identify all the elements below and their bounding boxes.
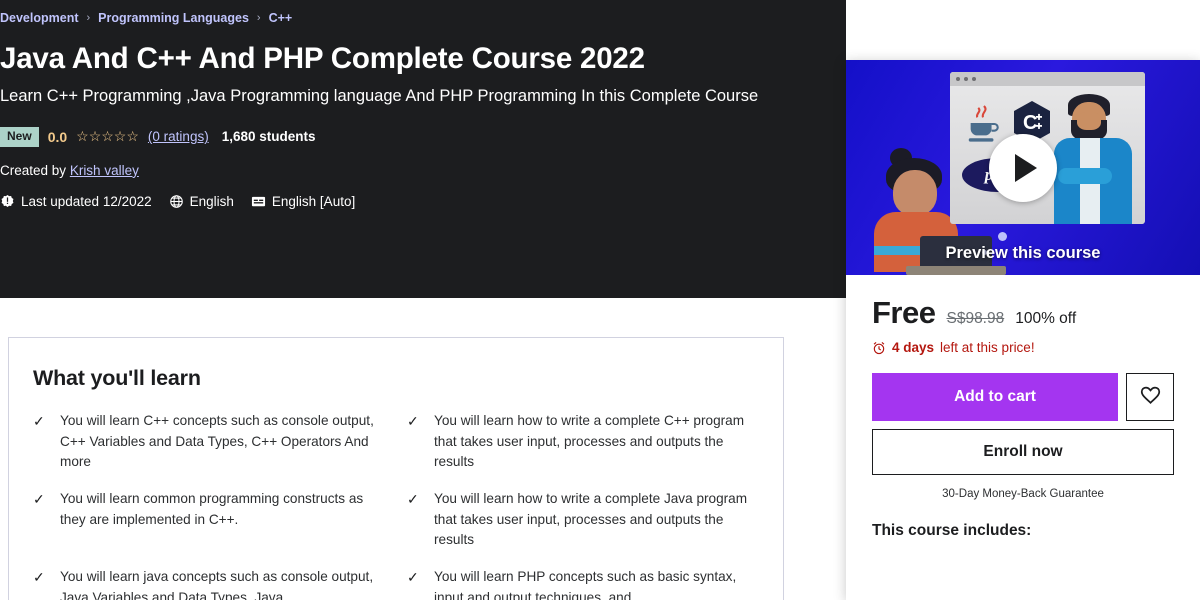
discount-percent: 100% off bbox=[1015, 310, 1077, 327]
breadcrumb-separator-icon: › bbox=[86, 12, 91, 24]
learn-item-text: You will learn how to write a complete J… bbox=[434, 490, 748, 548]
created-by-label: Created by bbox=[0, 162, 67, 178]
play-triangle-icon bbox=[1015, 153, 1037, 182]
add-to-cart-button[interactable]: Add to cart bbox=[872, 373, 1118, 421]
preview-this-course-label: Preview this course bbox=[945, 244, 1101, 262]
check-icon: ✓ bbox=[407, 568, 419, 585]
svg-text:C: C bbox=[1023, 112, 1037, 134]
purchase-panel: C php Preview this course Free S$98.98 1… bbox=[846, 60, 1200, 600]
learn-item: ✓ You will learn PHP concepts such as ba… bbox=[407, 567, 753, 600]
play-icon[interactable] bbox=[989, 133, 1057, 202]
course-meta-row: Last updated 12/2022 English English [Au… bbox=[0, 194, 846, 209]
price-deadline: 4 days left at this price! bbox=[872, 340, 1174, 355]
price-row: Free S$98.98 100% off bbox=[872, 295, 1174, 331]
browser-dot-icon bbox=[972, 77, 976, 81]
language-meta: English bbox=[169, 194, 234, 209]
purchase-panel-body: Free S$98.98 100% off 4 days left at thi… bbox=[846, 275, 1200, 540]
globe-icon bbox=[169, 194, 184, 209]
breadcrumb: Development › Programming Languages › C+… bbox=[0, 11, 846, 25]
illustration-student-head bbox=[893, 170, 937, 216]
illustration-instructor-arm bbox=[1058, 168, 1112, 184]
money-back-guarantee: 30-Day Money-Back Guarantee bbox=[942, 488, 1104, 500]
learn-item: ✓ You will learn how to write a complete… bbox=[407, 411, 753, 473]
captions-text: English [Auto] bbox=[271, 193, 356, 209]
course-hero-header: Development › Programming Languages › C+… bbox=[0, 0, 846, 298]
section-title-what-you-will-learn: What you'll learn bbox=[33, 366, 201, 390]
breadcrumb-item-cpp[interactable]: C++ bbox=[269, 11, 293, 25]
star-rating-icon: ☆☆☆☆☆ bbox=[76, 128, 139, 145]
cta-row: Add to cart bbox=[872, 373, 1174, 421]
status-badge-new: New bbox=[0, 126, 39, 147]
browser-dot-icon bbox=[956, 77, 960, 81]
breadcrumb-item-development[interactable]: Development bbox=[0, 11, 79, 25]
learn-item: ✓ You will learn common programming cons… bbox=[33, 489, 379, 551]
last-updated-text: Last updated 12/2022 bbox=[21, 193, 152, 209]
wishlist-button[interactable] bbox=[1126, 373, 1174, 421]
instructor-link[interactable]: Krish valley bbox=[70, 163, 139, 178]
learn-items-grid: ✓ You will learn C++ concepts such as co… bbox=[33, 411, 753, 600]
created-by-row: Created by Krish valley bbox=[0, 163, 846, 178]
check-icon: ✓ bbox=[33, 568, 45, 585]
what-you-will-learn-card: What you'll learn ✓ You will learn C++ c… bbox=[8, 337, 784, 600]
browser-dot-icon bbox=[964, 77, 968, 81]
breadcrumb-item-programming-languages[interactable]: Programming Languages bbox=[98, 11, 249, 25]
check-icon: ✓ bbox=[33, 490, 45, 507]
learn-item-text: You will learn C++ concepts such as cons… bbox=[60, 413, 374, 470]
this-course-includes-title: This course includes: bbox=[872, 522, 1032, 539]
java-logo-icon bbox=[964, 104, 1002, 144]
illustration-browser-titlebar bbox=[950, 72, 1145, 86]
deadline-days: 4 days bbox=[892, 340, 935, 355]
check-icon: ✓ bbox=[33, 413, 45, 429]
info-badge-icon bbox=[0, 194, 15, 209]
learn-item: ✓ You will learn C++ concepts such as co… bbox=[33, 411, 379, 473]
course-title: Java And C++ And PHP Complete Course 202… bbox=[0, 42, 645, 75]
learn-item-text: You will learn PHP concepts such as basi… bbox=[434, 568, 737, 600]
check-icon: ✓ bbox=[407, 413, 419, 429]
course-subtitle: Learn C++ Programming ,Java Programming … bbox=[0, 86, 759, 105]
rating-row: New 0.0 ☆☆☆☆☆ (0 ratings) 1,680 students bbox=[0, 126, 846, 147]
closed-caption-icon bbox=[251, 194, 266, 209]
learn-item-text: You will learn common programming constr… bbox=[60, 490, 364, 527]
learn-item-text: You will learn how to write a complete C… bbox=[434, 413, 745, 470]
students-count: 1,680 students bbox=[221, 129, 316, 145]
rating-value: 0.0 bbox=[47, 128, 68, 145]
learn-item-text: You will learn java concepts such as con… bbox=[60, 568, 374, 600]
check-icon: ✓ bbox=[407, 490, 419, 507]
alarm-clock-icon bbox=[872, 341, 886, 355]
original-price: S$98.98 bbox=[946, 310, 1005, 327]
illustration-bubble-icon bbox=[998, 232, 1007, 241]
learn-item: ✓ You will learn java concepts such as c… bbox=[33, 567, 379, 600]
learn-item: ✓ You will learn how to write a complete… bbox=[407, 489, 753, 551]
current-price: Free bbox=[872, 295, 936, 330]
heart-icon bbox=[1140, 385, 1161, 409]
illustration-instructor-face bbox=[1077, 112, 1101, 130]
last-updated-meta: Last updated 12/2022 bbox=[0, 194, 152, 209]
illustration-laptop-base bbox=[906, 266, 1006, 275]
course-preview-video[interactable]: C php Preview this course bbox=[846, 60, 1200, 275]
captions-meta: English [Auto] bbox=[251, 194, 355, 209]
ratings-count-link[interactable]: (0 ratings) bbox=[148, 129, 209, 144]
breadcrumb-separator-icon: › bbox=[256, 12, 261, 24]
course-landing-page: Development › Programming Languages › C+… bbox=[0, 0, 1200, 600]
language-text: English bbox=[189, 193, 234, 209]
deadline-text: left at this price! bbox=[940, 340, 1035, 355]
enroll-now-button[interactable]: Enroll now bbox=[872, 429, 1174, 475]
